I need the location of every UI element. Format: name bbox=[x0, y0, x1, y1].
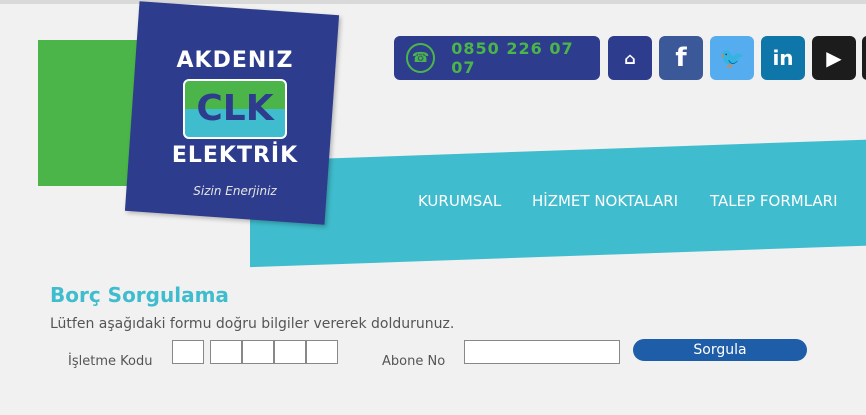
google-play-button[interactable]: ▶ bbox=[812, 36, 856, 80]
phone-contact[interactable]: ☎ 0850 226 07 07 bbox=[394, 36, 600, 80]
page-title: Borç Sorgulama bbox=[50, 283, 229, 307]
abone-no-input[interactable] bbox=[464, 340, 620, 364]
isletme-kodu-label: İşletme Kodu bbox=[68, 354, 153, 369]
linkedin-button[interactable]: in bbox=[761, 36, 805, 80]
site-header: AKDENIZ CLK ELEKTRİK Sizin Enerjiniz ☎ 0… bbox=[0, 0, 866, 268]
isletme-kodu-digit-3[interactable] bbox=[242, 340, 274, 364]
form-description: Lütfen aşağıdaki formu doğru bilgiler ve… bbox=[50, 316, 455, 332]
home-icon: ⌂ bbox=[624, 48, 636, 68]
isletme-kodu-digit-4[interactable] bbox=[274, 340, 306, 364]
nav-hizmet-noktalari[interactable]: HİZMET NOKTALARI bbox=[532, 192, 678, 210]
nav-kurumsal[interactable]: KURUMSAL bbox=[418, 192, 501, 210]
isletme-kodu-digit-2[interactable] bbox=[210, 340, 242, 364]
sorgula-button[interactable]: Sorgula bbox=[633, 339, 807, 361]
abone-no-label: Abone No bbox=[382, 354, 446, 369]
linkedin-icon: in bbox=[772, 46, 794, 70]
isletme-kodu-digit-5[interactable] bbox=[306, 340, 338, 364]
isletme-kodu-digit-1[interactable] bbox=[172, 340, 204, 364]
logo-mark: CLK bbox=[183, 79, 287, 139]
phone-icon: ☎ bbox=[406, 43, 436, 73]
logo-bottom-text: ELEKTRİK bbox=[171, 143, 299, 168]
facebook-button[interactable]: f bbox=[659, 36, 703, 80]
twitter-icon: 🐦 bbox=[719, 46, 745, 70]
phone-number: 0850 226 07 07 bbox=[451, 39, 574, 77]
social-overflow-button[interactable] bbox=[862, 36, 866, 80]
google-play-icon: ▶ bbox=[826, 46, 842, 70]
company-logo[interactable]: AKDENIZ CLK ELEKTRİK Sizin Enerjiniz bbox=[150, 30, 320, 220]
nav-talep-formlari[interactable]: TALEP FORMLARI bbox=[710, 192, 838, 210]
logo-slogan: Sizin Enerjiniz bbox=[193, 184, 277, 198]
logo-top-text: AKDENIZ bbox=[176, 48, 294, 73]
home-button[interactable]: ⌂ bbox=[608, 36, 652, 80]
twitter-button[interactable]: 🐦 bbox=[710, 36, 754, 80]
facebook-icon: f bbox=[675, 43, 687, 73]
